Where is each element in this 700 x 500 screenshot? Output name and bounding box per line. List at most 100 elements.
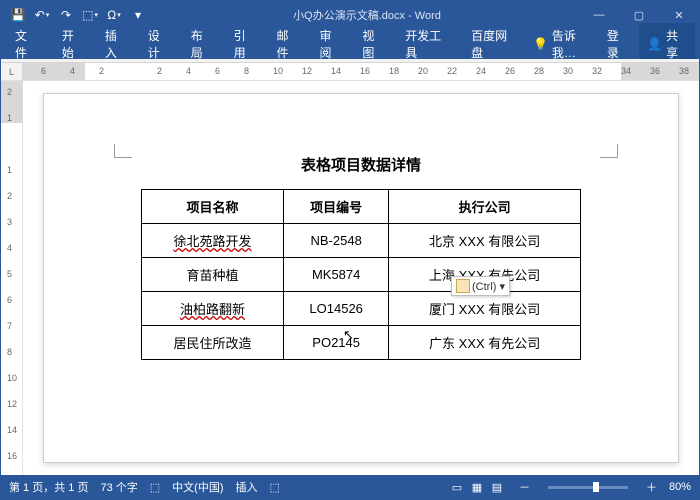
ruler-mark: 20 [418,66,428,76]
person-icon: 👤 [647,37,662,51]
tab-insert[interactable]: 插入 [95,29,138,59]
tab-view[interactable]: 视图 [352,29,395,59]
vertical-ruler[interactable]: 21123456781012141618 [1,81,23,475]
tab-design[interactable]: 设计 [138,29,181,59]
tab-file[interactable]: 文件 [1,29,52,59]
cell-project-id[interactable]: MK5874 [283,258,388,292]
ruler-mark: 10 [273,66,283,76]
ruler-mark: 36 [650,66,660,76]
tab-baidu[interactable]: 百度网盘 [461,29,527,59]
symbol-button[interactable]: Ω [103,4,125,26]
tab-layout[interactable]: 布局 [181,29,224,59]
tab-home[interactable]: 开始 [52,29,95,59]
language-indicator[interactable]: 中文(中国) [172,479,223,495]
insert-mode[interactable]: 插入 [236,479,258,495]
titlebar: 💾 ↶ ↷ ⬚ Ω ▾ 小Q办公演示文稿.docx - Word — ▢ ✕ [1,1,699,29]
ruler-mark: 3 [7,217,12,227]
cell-project-name[interactable]: 居民住所改造 [142,326,284,360]
read-mode-button[interactable]: ▭ [447,479,467,495]
cell-company[interactable]: 北京 XXX 有限公司 [389,224,581,258]
cell-project-id[interactable]: PO2145 [283,326,388,360]
zoom-slider[interactable] [548,486,628,489]
table-row[interactable]: 育苗种植MK5874上海 XXX 有先公司 [142,258,581,292]
ruler-corner[interactable]: L [1,63,23,80]
clipboard-icon [456,279,470,293]
zoom-thumb[interactable] [593,482,599,492]
undo-button[interactable]: ↶ [31,4,53,26]
table-row[interactable]: 徐北苑路开发NB-2548北京 XXX 有限公司 [142,224,581,258]
tab-mailings[interactable]: 邮件 [267,29,310,59]
zoom-out-button[interactable]: － [519,479,530,495]
horizontal-ruler[interactable]: L 6422468101214161820222426283032343638 [1,63,699,81]
ruler-mark: 2 [7,191,12,201]
macro-button[interactable]: ⬚ [270,481,280,494]
table-header[interactable]: 项目编号 [283,190,388,224]
ruler-mark: 16 [7,451,17,461]
ruler-mark: 10 [7,373,17,383]
page-container[interactable]: 表格项目数据详情 项目名称项目编号执行公司 徐北苑路开发NB-2548北京 XX… [23,81,699,475]
cell-project-id[interactable]: LO14526 [283,292,388,326]
login-button[interactable]: 登录 [597,29,639,59]
zoom-in-button[interactable]: ＋ [646,479,657,495]
web-layout-button[interactable]: ▤ [487,479,507,495]
touch-mode-button[interactable]: ⬚ [79,4,101,26]
ruler-mark: 12 [302,66,312,76]
cell-project-name[interactable]: 徐北苑路开发 [142,224,284,258]
tell-me-search[interactable]: 💡 告诉我… [533,27,597,61]
proofing-button[interactable]: ⬚ [150,481,160,494]
ruler-mark: 4 [186,66,191,76]
data-table[interactable]: 项目名称项目编号执行公司 徐北苑路开发NB-2548北京 XXX 有限公司育苗种… [141,189,581,360]
cell-project-id[interactable]: NB-2548 [283,224,388,258]
ruler-mark: 2 [99,66,104,76]
table-header[interactable]: 执行公司 [389,190,581,224]
cell-project-name[interactable]: 油柏路翻新 [142,292,284,326]
paste-options-popup[interactable]: (Ctrl) ▾ [451,276,510,296]
ruler-mark: 4 [7,243,12,253]
ruler-mark: 14 [331,66,341,76]
paste-ctrl-label: (Ctrl) ▾ [472,280,505,293]
redo-button[interactable]: ↷ [55,4,77,26]
ruler-mark: 26 [505,66,515,76]
margin-mark-tl [114,144,132,158]
tell-me-label: 告诉我… [552,27,597,61]
ruler-mark: 12 [7,399,17,409]
word-count[interactable]: 73 个字 [100,479,137,495]
page-indicator[interactable]: 第 1 页，共 1 页 [9,479,88,495]
ruler-mark: 1 [7,113,12,123]
view-buttons: ▭ ▦ ▤ [447,479,507,495]
ruler-mark: 1 [7,165,12,175]
table-row[interactable]: 油柏路翻新LO14526厦门 XXX 有限公司 [142,292,581,326]
ruler-mark: 7 [7,321,12,331]
ruler-mark: 4 [70,66,75,76]
ruler-mark: 24 [476,66,486,76]
share-label: 共享 [666,27,687,61]
ruler-mark: 18 [389,66,399,76]
ruler-mark: 22 [447,66,457,76]
save-button[interactable]: 💾 [7,4,29,26]
ruler-mark: 38 [679,66,689,76]
tab-review[interactable]: 审阅 [309,29,352,59]
ruler-mark: 28 [534,66,544,76]
ruler-mark: 6 [215,66,220,76]
tab-references[interactable]: 引用 [224,29,267,59]
ruler-mark: 2 [7,87,12,97]
cell-project-name[interactable]: 育苗种植 [142,258,284,292]
statusbar: 第 1 页，共 1 页 73 个字 ⬚ 中文(中国) 插入 ⬚ ▭ ▦ ▤ － … [1,475,699,499]
document-title[interactable]: 表格项目数据详情 [94,154,628,175]
ruler-mark: 5 [7,269,12,279]
tab-developer[interactable]: 开发工具 [395,29,461,59]
ruler-mark: 8 [244,66,249,76]
lightbulb-icon: 💡 [533,37,548,51]
zoom-level[interactable]: 80% [669,481,691,493]
print-layout-button[interactable]: ▦ [467,479,487,495]
ribbon-tabs: 文件 开始 插入 设计 布局 引用 邮件 审阅 视图 开发工具 百度网盘 💡 告… [1,29,699,59]
ruler-mark: 6 [7,295,12,305]
quick-access-toolbar: 💾 ↶ ↷ ⬚ Ω ▾ [1,4,155,26]
document-page[interactable]: 表格项目数据详情 项目名称项目编号执行公司 徐北苑路开发NB-2548北京 XX… [43,93,679,463]
cell-company[interactable]: 广东 XXX 有先公司 [389,326,581,360]
ruler-mark: 6 [41,66,46,76]
table-row[interactable]: 居民住所改造PO2145广东 XXX 有先公司 [142,326,581,360]
qat-customize-button[interactable]: ▾ [127,4,149,26]
table-header[interactable]: 项目名称 [142,190,284,224]
cell-company[interactable]: 厦门 XXX 有限公司 [389,292,581,326]
